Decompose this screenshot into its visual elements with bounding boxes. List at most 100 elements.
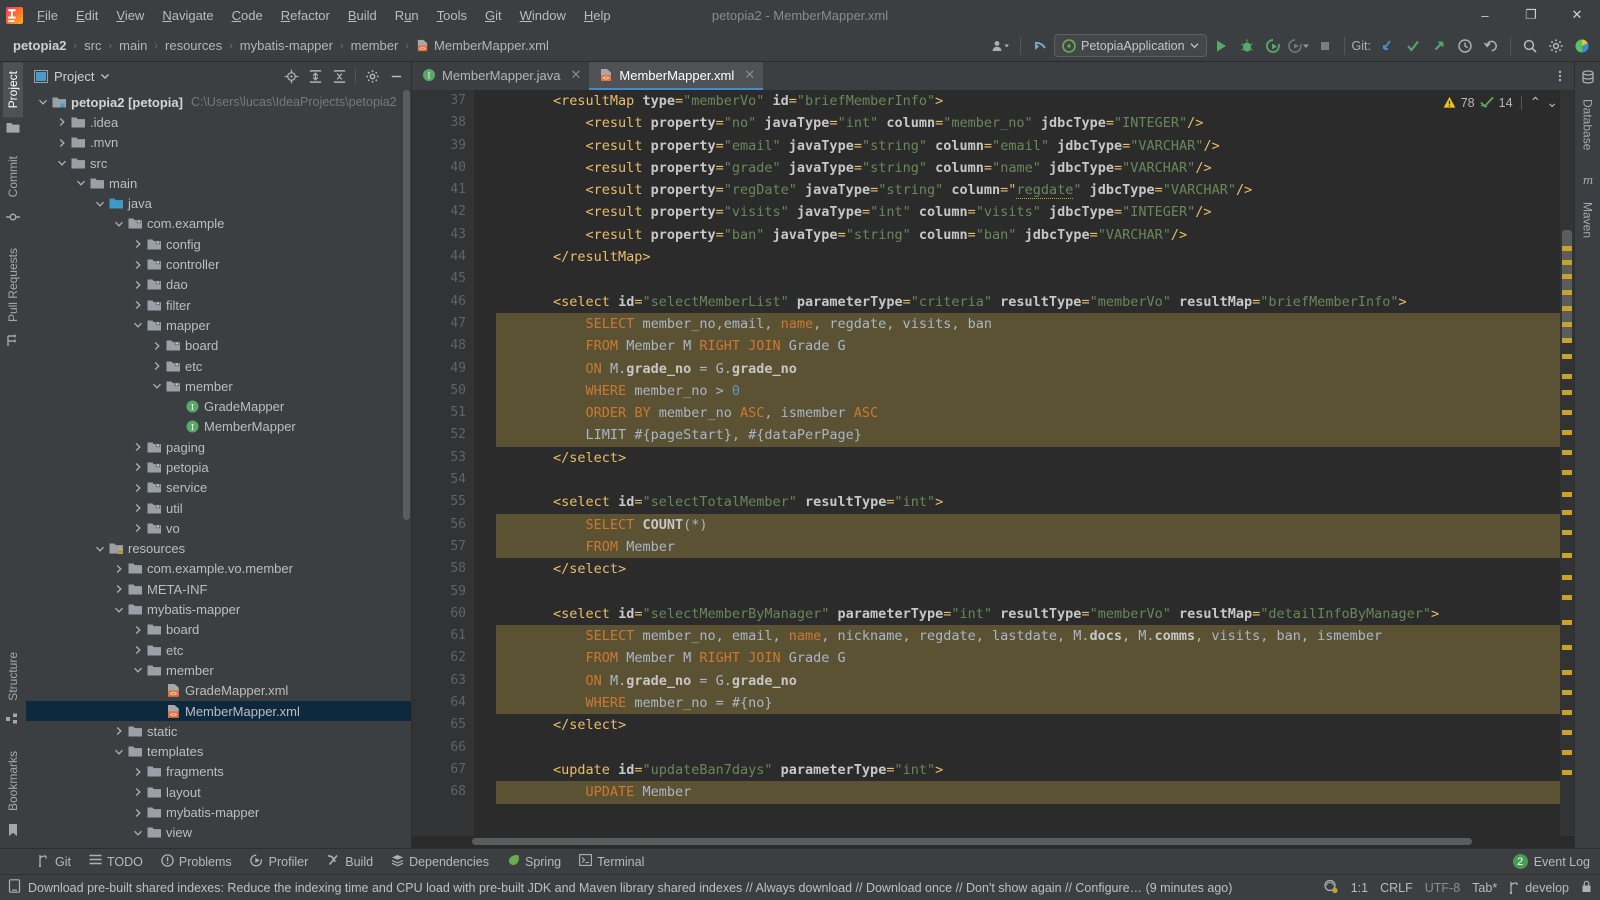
code-line-50[interactable]: WHERE member_no > 0 — [474, 379, 1574, 403]
tree-expand-arrow[interactable] — [93, 199, 107, 209]
code-line-48[interactable]: FROM Member M RIGHT JOIN Grade G — [474, 335, 1574, 358]
breadcrumb-item-mybatis-mapper[interactable]: mybatis-mapper — [237, 37, 336, 54]
tree-expand-arrow[interactable] — [36, 97, 50, 107]
tree-expand-arrow[interactable] — [112, 564, 126, 574]
sidebar-item-pull-requests[interactable]: Pull Requests — [3, 239, 23, 331]
tree-node-resources[interactable]: resources — [26, 539, 411, 559]
tree-expand-arrow[interactable] — [112, 219, 126, 229]
hide-panel-icon[interactable] — [385, 65, 407, 87]
tree-expand-arrow[interactable] — [112, 726, 126, 736]
gutter-line-54[interactable]: 54 — [412, 469, 474, 491]
tree-node-mybatis-mapper[interactable]: mybatis-mapper — [26, 599, 411, 619]
code-line-68[interactable]: UPDATE Member — [474, 781, 1574, 804]
tree-node-petopia[interactable]: petopia — [26, 457, 411, 477]
tree-node-board[interactable]: board — [26, 620, 411, 640]
caret-position[interactable]: 1:1 — [1351, 881, 1368, 895]
gutter-line-62[interactable]: 62 — [412, 647, 474, 669]
history-icon[interactable] — [1453, 34, 1477, 58]
tree-node-mybatis-mapper[interactable]: mybatis-mapper — [26, 802, 411, 822]
more-vertical-icon[interactable] — [1553, 62, 1574, 90]
menu-item-run[interactable]: Run — [386, 4, 428, 27]
tree-expand-arrow[interactable] — [131, 462, 145, 472]
tree-expand-arrow[interactable] — [74, 178, 88, 188]
code-line-37[interactable]: <resultMap type="memberVo" id="briefMemb… — [474, 90, 1574, 112]
profiler-button[interactable] — [1287, 34, 1311, 58]
git-branch-widget[interactable]: develop — [1509, 881, 1569, 895]
debug-button[interactable] — [1235, 34, 1259, 58]
menu-item-build[interactable]: Build — [339, 4, 386, 27]
menu-item-git[interactable]: Git — [476, 4, 511, 27]
tree-node-static[interactable]: static — [26, 721, 411, 741]
maximize-button[interactable]: ❐ — [1508, 0, 1554, 30]
breadcrumb-item-petopia2[interactable]: petopia2 — [10, 37, 69, 54]
tree-node-java[interactable]: java — [26, 193, 411, 213]
code-line-64[interactable]: WHERE member_no = #{no} — [474, 692, 1574, 715]
tree-expand-arrow[interactable] — [55, 117, 69, 127]
line-separator[interactable]: CRLF — [1380, 881, 1413, 895]
tree-expand-arrow[interactable] — [112, 605, 126, 615]
code-line-49[interactable]: ON M.grade_no = G.grade_no — [474, 357, 1574, 380]
gutter-line-61[interactable]: 61 — [412, 625, 485, 647]
gutter-line-49[interactable]: 49 — [412, 358, 474, 380]
menu-item-code[interactable]: Code — [223, 4, 272, 27]
bottom-tab-profiler[interactable]: Profiler — [242, 851, 317, 873]
run-with-coverage-button[interactable] — [1261, 34, 1285, 58]
gutter-line-46[interactable]: 46 — [412, 291, 485, 313]
tree-node-layout[interactable]: layout — [26, 782, 411, 802]
bottom-tab-todo[interactable]: TODO — [81, 851, 151, 872]
tree-node-vo[interactable]: vo — [26, 518, 411, 538]
minimize-button[interactable]: – — [1462, 0, 1508, 30]
code-content[interactable]: <resultMap type="memberVo" id="briefMemb… — [474, 90, 1574, 836]
menu-item-view[interactable]: View — [107, 4, 153, 27]
gear-icon[interactable] — [361, 65, 383, 87]
tree-expand-arrow[interactable] — [131, 523, 145, 533]
code-line-44[interactable]: </resultMap> — [474, 246, 1574, 268]
prev-problem-button[interactable]: ⌃ — [1530, 94, 1542, 111]
rollback-icon[interactable] — [1479, 34, 1503, 58]
tree-node-mapper[interactable]: mapper — [26, 315, 411, 335]
gutter-line-57[interactable]: 57 — [412, 536, 485, 558]
code-line-66[interactable] — [474, 737, 1574, 759]
menu-item-navigate[interactable]: Navigate — [153, 4, 222, 27]
tree-node-etc[interactable]: etc — [26, 640, 411, 660]
gutter-line-52[interactable]: 52 — [412, 424, 474, 446]
tree-expand-arrow[interactable] — [131, 442, 145, 452]
tree-expand-arrow[interactable] — [131, 320, 145, 330]
tree-expand-arrow[interactable] — [131, 260, 145, 270]
gutter-line-45[interactable]: 45 — [412, 268, 474, 290]
gutter-line-50[interactable]: 50 — [412, 380, 474, 402]
close-button[interactable]: ✕ — [1554, 0, 1600, 30]
editor-marker-panel[interactable] — [1560, 90, 1574, 836]
code-line-41[interactable]: <result property="regDate" javaType="str… — [474, 179, 1574, 201]
tree-expand-arrow[interactable] — [112, 584, 126, 594]
code-line-63[interactable]: ON M.grade_no = G.grade_no — [474, 669, 1574, 693]
code-line-43[interactable]: <result property="ban" javaType="string"… — [474, 224, 1574, 246]
tree-expand-arrow[interactable] — [150, 381, 164, 391]
gutter-line-65[interactable]: 65 — [412, 714, 485, 736]
expand-all-icon[interactable] — [304, 65, 326, 87]
code-editor[interactable]: 37 38 39 40 41 42 43 44 45 46 47 48 49 50 51 52 53 54 55 56… — [412, 90, 1574, 836]
code-line-39[interactable]: <result property="email" javaType="strin… — [474, 135, 1574, 157]
code-line-59[interactable] — [474, 581, 1574, 603]
tree-node-src[interactable]: src — [26, 153, 411, 173]
next-problem-button[interactable]: ⌄ — [1546, 94, 1558, 111]
code-line-54[interactable] — [474, 469, 1574, 491]
gutter-line-39[interactable]: 39 — [412, 135, 474, 157]
code-line-47[interactable]: SELECT member_no,email, name, regdate, v… — [474, 312, 1574, 336]
tree-expand-arrow[interactable] — [93, 544, 107, 554]
menu-item-help[interactable]: Help — [575, 4, 620, 27]
gutter-line-53[interactable]: 53 — [412, 447, 485, 469]
menu-item-tools[interactable]: Tools — [428, 4, 476, 27]
menu-item-edit[interactable]: Edit — [67, 4, 107, 27]
inspections-widget-icon[interactable] — [1323, 879, 1339, 897]
project-tree[interactable]: petopia2 [petopia] C:\Users\lucas\IdeaPro… — [26, 90, 411, 848]
editor-tab-membermapper-java[interactable]: I MemberMapper.java ✕ — [412, 62, 589, 90]
project-tree-scrollbar[interactable] — [403, 90, 410, 520]
tree-node-com.example[interactable]: com.example — [26, 214, 411, 234]
code-line-51[interactable]: ORDER BY member_no ASC, ismember ASC — [474, 402, 1574, 425]
gutter-line-37[interactable]: 37 — [412, 90, 485, 112]
code-line-55[interactable]: <select id="selectTotalMember" resultTyp… — [474, 491, 1574, 513]
status-message[interactable]: Download pre-built shared indexes: Reduc… — [28, 881, 1232, 895]
bottom-tab-spring[interactable]: Spring — [499, 851, 569, 873]
gutter-line-59[interactable]: 59 — [412, 581, 474, 603]
